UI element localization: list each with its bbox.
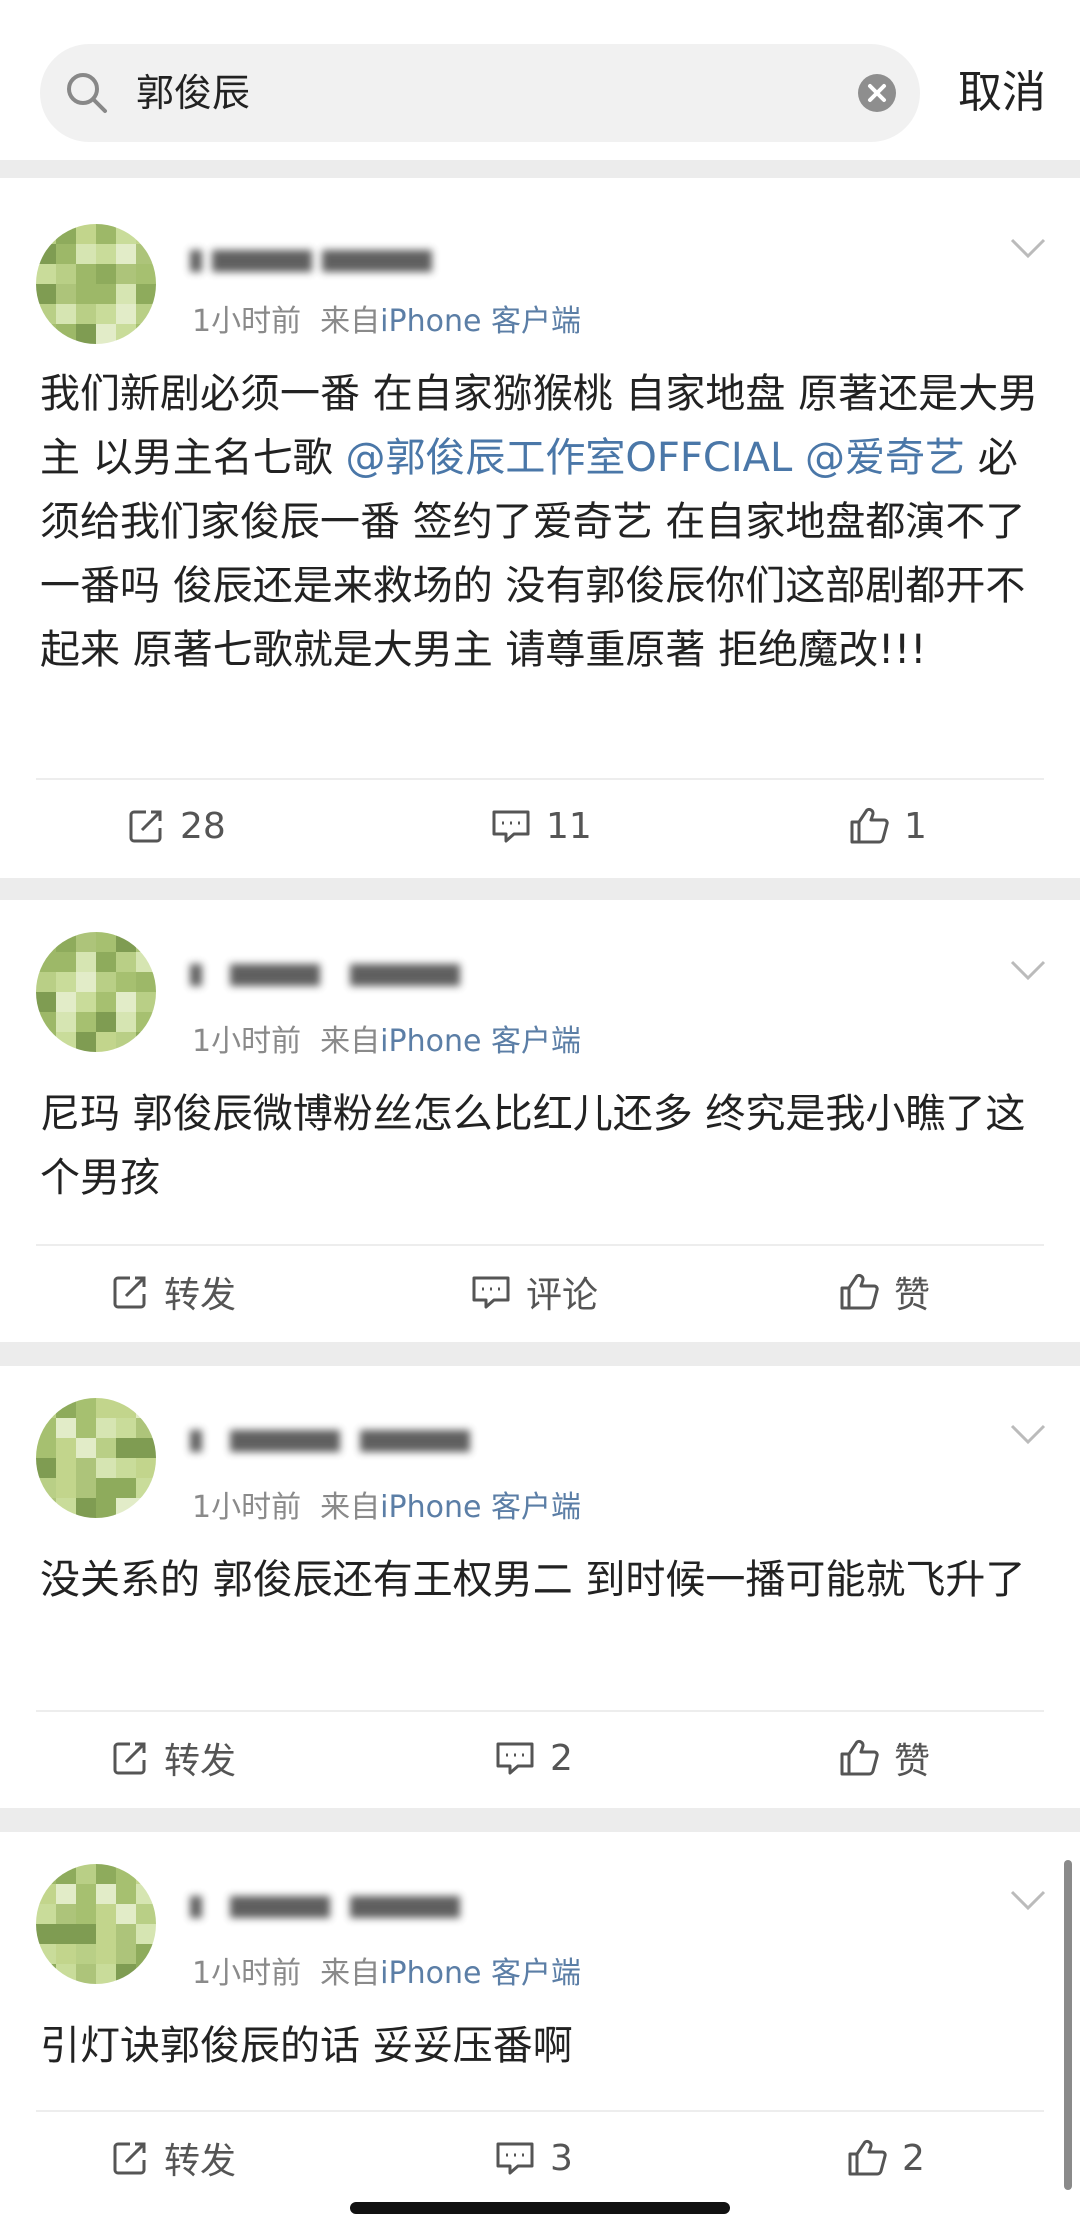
post-client: iPhone 客户端 [380,1490,581,1525]
comment-count: 11 [546,805,592,847]
mention-link[interactable]: @郭俊辰工作室OFFCIAL [345,435,792,481]
clear-icon [868,84,886,102]
post-source-label: 来自 [320,304,381,339]
repost-icon [129,810,162,843]
repost-count: 28 [180,805,226,847]
divider [36,778,1044,780]
home-indicator[interactable] [350,2202,730,2214]
post-time: 1小时前 [192,1956,302,1991]
chevron-down-icon[interactable] [1008,1422,1048,1446]
comment-icon [472,1276,510,1309]
like-label: 赞 [894,1741,931,1782]
post-meta: 1小时前 来自iPhone 客户端 [192,1016,581,1060]
post-time: 1小时前 [192,304,302,339]
username-blurred[interactable] [190,1420,480,1460]
like-icon [840,1739,879,1776]
like-button[interactable]: 2 [846,2128,925,2188]
mention-link[interactable]: @爱奇艺 [805,435,965,481]
like-count: 1 [904,805,927,847]
repost-label: 转发 [164,1741,237,1782]
comment-button[interactable]: 11 [490,796,592,856]
comment-icon [496,2142,534,2175]
comment-button[interactable]: 2 [494,1728,573,1788]
chevron-down-icon[interactable] [1008,958,1048,982]
post-source-label: 来自 [320,1024,381,1059]
comment-icon [492,810,530,843]
search-input[interactable]: 郭俊辰 [136,44,250,142]
username-blurred[interactable] [190,954,480,994]
post-meta: 1小时前 来自iPhone 客户端 [192,1948,581,1992]
cancel-button[interactable]: 取消 [958,44,1046,142]
comment-button[interactable]: 评论 [470,1262,598,1322]
comment-button[interactable]: 3 [494,2128,573,2188]
like-button[interactable]: 赞 [838,1728,930,1788]
repost-icon [113,1742,146,1775]
search-header: 郭俊辰 取消 [0,0,1080,160]
divider [36,1244,1044,1246]
avatar[interactable] [36,1398,156,1518]
repost-button[interactable]: 28 [126,796,226,856]
post-card[interactable]: 1小时前 来自iPhone 客户端 没关系的 郭俊辰还有王权男二 到时候一播可能… [0,1366,1080,1808]
username-blurred[interactable] [190,1886,480,1926]
chevron-down-icon[interactable] [1008,1888,1048,1912]
repost-button[interactable]: 转发 [110,2128,236,2188]
post-time: 1小时前 [192,1024,302,1059]
post-meta: 1小时前 来自iPhone 客户端 [192,296,581,340]
avatar[interactable] [36,932,156,1052]
divider [36,1710,1044,1712]
post-text: 没关系的 郭俊辰还有王权男二 到时候一播可能就飞升了 [40,1557,1026,1603]
repost-label: 转发 [164,1275,237,1316]
post-client: iPhone 客户端 [380,304,581,339]
like-label: 赞 [894,1275,931,1316]
post-card[interactable]: 1小时前 来自iPhone 客户端 引灯诀郭俊辰的话 妥妥压番啊 转发 3 2 [0,1832,1080,2236]
repost-button[interactable]: 转发 [110,1728,236,1788]
comment-count: 3 [550,2137,573,2179]
avatar[interactable] [36,1864,156,1984]
post-source-label: 来自 [320,1490,381,1525]
repost-icon [113,1276,146,1309]
chevron-down-icon[interactable] [1008,236,1048,260]
post-card[interactable]: 1小时前 来自iPhone 客户端 尼玛 郭俊辰微博粉丝怎么比红儿还多 终究是我… [0,900,1080,1342]
post-client: iPhone 客户端 [380,1956,581,1991]
post-source-label: 来自 [320,1956,381,1991]
like-button[interactable]: 赞 [838,1262,930,1322]
comment-icon [496,1742,534,1775]
post-client: iPhone 客户端 [380,1024,581,1059]
avatar[interactable] [36,224,156,344]
clear-search-button[interactable] [858,74,896,112]
repost-button[interactable]: 转发 [110,1262,236,1322]
like-button[interactable]: 1 [848,796,927,856]
comment-label: 评论 [526,1275,599,1316]
like-icon [850,807,889,844]
post-meta: 1小时前 来自iPhone 客户端 [192,1482,581,1526]
like-icon [848,2139,887,2176]
like-icon [840,1273,879,1310]
search-bar[interactable]: 郭俊辰 [40,44,920,142]
like-count: 2 [902,2137,925,2179]
scrollbar[interactable] [1064,1860,1072,2190]
repost-icon [113,2142,146,2175]
post-text: 引灯诀郭俊辰的话 妥妥压番啊 [40,2023,573,2069]
post-card[interactable]: 1小时前 来自iPhone 客户端 我们新剧必须一番 在自家猕猴桃 自家地盘 原… [0,178,1080,878]
search-icon [67,73,107,113]
post-time: 1小时前 [192,1490,302,1525]
repost-label: 转发 [164,2141,237,2182]
post-body: 我们新剧必须一番 在自家猕猴桃 自家地盘 原著还是大男主 以男主名七歌 @郭俊辰… [40,362,1050,682]
post-text: 尼玛 郭俊辰微博粉丝怎么比红儿还多 终究是我小瞧了这个男孩 [40,1091,1026,1201]
divider [36,2110,1044,2112]
username-blurred[interactable] [190,240,470,280]
comment-count: 2 [550,1737,573,1779]
